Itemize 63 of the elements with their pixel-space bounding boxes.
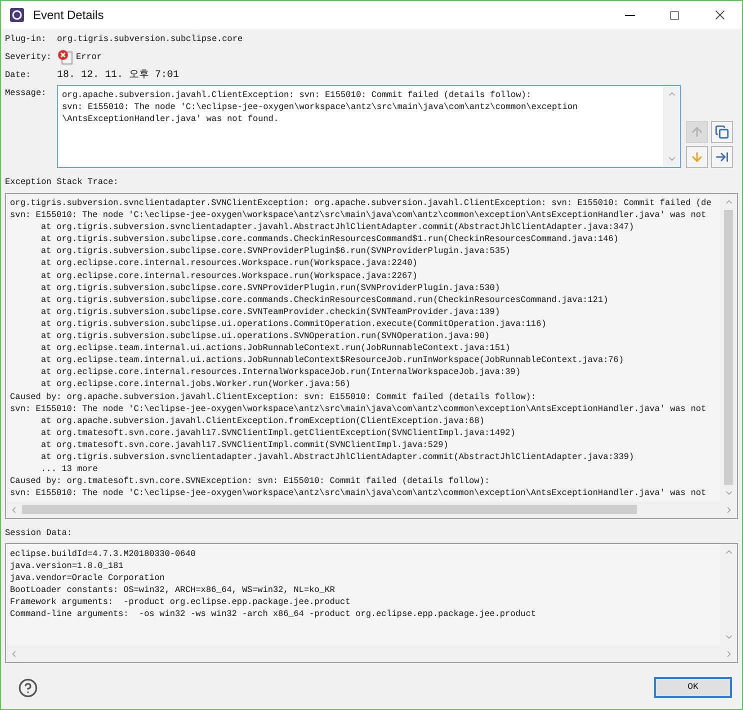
stack-frame-line: at org.eclipse.team.internal.ui.actions.JobRunnableContext.run(JobRunnableContext.java:151) — [41, 342, 510, 354]
section-label: Session Data: — [5, 527, 72, 540]
app-icon — [9, 7, 25, 23]
exception-line: svn: E155010: The node 'C:\eclipse-jee-oxygen\workspace\antz\src\main\java\com\antz\common\exception\AntsExceptionHandler.java' was not — [10, 487, 706, 500]
exception-line: Caused by: org.apache.subversion.javahl.ClientException: svn: E155010: Commit failed (details follow): — [10, 390, 536, 403]
toolbar-button[interactable] — [686, 146, 708, 168]
arrow-to-line-icon — [715, 150, 729, 164]
stack-frame-line: at org.tigris.subversion.subclipse.core.commands.CheckinResourcesCommand.run(CheckinResourcesCommand.java:121) — [41, 294, 608, 306]
horizontal-scrollbar[interactable] — [6, 645, 737, 662]
stack-frame-line: at org.tigris.subversion.subclipse.ui.operations.SVNOperation.run(SVNOperation.java:90) — [41, 330, 490, 342]
horizontal-scrollbar[interactable] — [6, 501, 737, 518]
exception-line: svn: E155010: The node 'C:\eclipse-jee-oxygen\workspace\antz\src\main\java\com\antz\common\exception\AntsExceptionHandler.java' was not — [10, 402, 706, 415]
stack-trace-panel[interactable] — [5, 193, 738, 519]
window-title: Event Details — [33, 7, 104, 24]
help-icon[interactable] — [18, 678, 38, 698]
exception-line: svn: E155010: The node 'C:\eclipse-jee-oxygen\workspace\antz\src\main\java\com\antz\common\exception\AntsExceptionHandler.java' was not — [10, 209, 706, 222]
ok-button[interactable]: OK — [654, 677, 732, 698]
field-label: Plug-in: — [5, 32, 48, 46]
stack-frame-line: at org.tigris.subversion.subclipse.core.SVNProviderPlugin.run(SVNProviderPlugin.java:530) — [41, 282, 500, 294]
stack-frame-line: at org.tigris.subversion.subclipse.core.commands.CheckinResourcesCommand$1.run(CheckinResourcesCommand.java:146) — [41, 233, 619, 246]
message-line: \AntsExceptionHandler.java' was not found. — [62, 113, 279, 125]
message-field[interactable] — [57, 85, 681, 168]
maximize-icon — [669, 10, 680, 20]
field-label: Date: — [5, 68, 32, 82]
error-icon — [57, 49, 73, 65]
stack-frame-line: at org.tigris.subversion.subclipse.core.SVNTeamProvider.checkin(SVNTeamProvider.java:139) — [41, 306, 500, 318]
stack-frame-line: at org.apache.subversion.javahl.ClientException.fromException(ClientException.java:68) — [41, 414, 485, 427]
date-value: 18. 12. 11. 오후 7:01 — [57, 68, 180, 82]
stack-frame-line: at org.tmatesoft.svn.core.javahl17.SVNClientImpl.commit(SVNClientImpl.java:529) — [41, 438, 448, 451]
stack-frame-line: at org.tigris.subversion.subclipse.core.SVNProviderPlugin$6.run(SVNProviderPlugin.java:535) — [41, 245, 510, 258]
section-label: Exception Stack Trace: — [5, 176, 118, 189]
stack-frame-line: at org.eclipse.core.internal.resources.InternalWorkspaceJob.run(InternalWorkspaceJob.java:39) — [41, 366, 521, 378]
stack-frame-line: at org.tigris.subversion.subclipse.ui.operations.CommitOperation.execute(CommitOperation.java:116) — [41, 318, 546, 330]
stack-frame-line: at org.tigris.subversion.svnclientadapter.javahl.AbstractJhlClientAdapter.commit(AbstractJhlClientAdapter.java:347) — [41, 221, 634, 234]
session-line: java.version=1.8.0_181 — [10, 560, 124, 572]
toolbar-button[interactable] — [711, 146, 733, 168]
session-line: Command-line arguments: -os win32 -ws win32 -arch x86_64 -product org.eclipse.epp.package.jee.product — [10, 608, 536, 621]
stack-frame-line: at org.tigris.subversion.svnclientadapter.javahl.AbstractJhlClientAdapter.commit(AbstractJhlClientAdapter.java:339) — [41, 450, 634, 464]
session-data-panel[interactable] — [5, 543, 738, 663]
field-label: Severity: — [5, 50, 52, 64]
vertical-scrollbar[interactable] — [720, 194, 737, 501]
severity-value: Error — [76, 50, 102, 64]
copy-icon — [715, 125, 729, 139]
stack-frame-line: at org.eclipse.core.internal.resources.Workspace.run(Workspace.java:2267) — [41, 270, 418, 282]
stack-frame-line: at org.eclipse.core.internal.jobs.Worker.run(Worker.java:56) — [41, 378, 350, 390]
toolbar-button[interactable] — [711, 121, 733, 143]
session-line: eclipse.buildId=4.7.3.M20180330-0640 — [10, 548, 196, 560]
exception-line: org.tigris.subversion.svnclientadapter.SVNClientException: org.apache.subversion.javahl.ClientException: svn: E155010: Commit failed (de — [10, 197, 712, 210]
plugin-value: org.tigris.subversion.subclipse.core — [57, 32, 243, 46]
stack-frame-line: at org.eclipse.core.internal.resources.Workspace.run(Workspace.java:2240) — [41, 257, 418, 270]
session-line: BootLoader constants: OS=win32, ARCH=x86_64, WS=win32, NL=ko_KR — [10, 584, 335, 596]
stack-frame-line: ... 13 more — [41, 463, 98, 476]
session-line: java.vendor=Oracle Corporation — [10, 572, 165, 584]
field-label: Message: — [5, 87, 48, 100]
minimize-icon — [624, 14, 634, 16]
stack-frame-line: at org.eclipse.team.internal.ui.actions.JobRunnableContext$ResourceJob.runInWorkspace(JobRunnableContext.java:76) — [41, 354, 624, 366]
vertical-scrollbar[interactable] — [663, 86, 680, 167]
exception-line: Caused by: org.tmatesoft.svn.core.SVNException: svn: E155010: Commit failed (details follow): — [10, 475, 490, 488]
vertical-scrollbar[interactable] — [720, 544, 737, 645]
message-line: svn: E155010: The node 'C:\eclipse-jee-oxygen\workspace\antz\src\main\java\com\antz\common\exception — [62, 101, 578, 113]
stack-frame-line: at org.tmatesoft.svn.core.javahl17.SVNClientImpl.getClientException(SVNClientImpl.java:1492) — [41, 426, 516, 439]
message-line: org.apache.subversion.javahl.ClientException: svn: E155010: Commit failed (details follow): — [62, 89, 532, 101]
session-line: Framework arguments: -product org.eclipse.epp.package.jee.product — [10, 596, 350, 608]
